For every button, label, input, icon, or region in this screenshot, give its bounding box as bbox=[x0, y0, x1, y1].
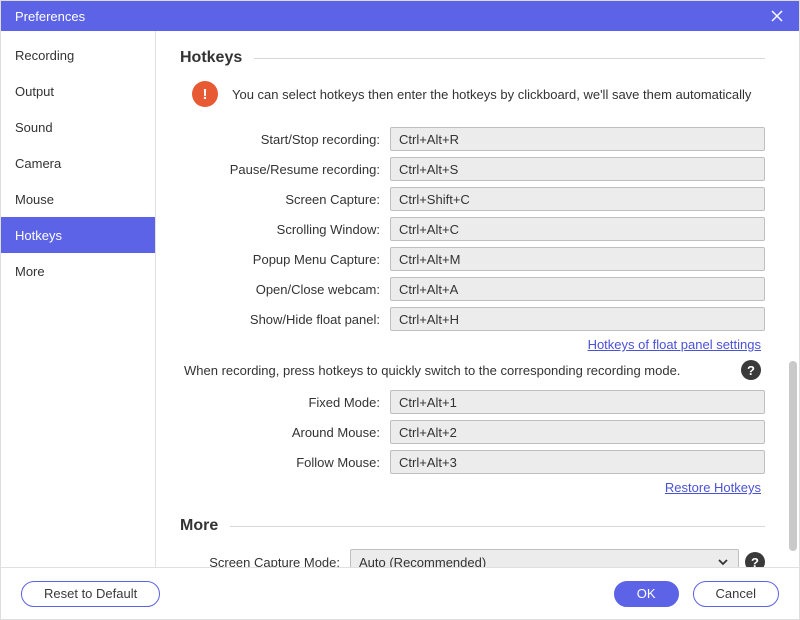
sidebar-item-more[interactable]: More bbox=[1, 253, 155, 289]
cancel-button[interactable]: Cancel bbox=[693, 581, 779, 607]
sidebar-item-hotkeys[interactable]: Hotkeys bbox=[1, 217, 155, 253]
chevron-down-icon bbox=[716, 555, 730, 567]
hotkey-input-webcam[interactable]: Ctrl+Alt+A bbox=[390, 277, 765, 301]
section-heading-more: More bbox=[180, 517, 765, 535]
hotkey-input-float-panel[interactable]: Ctrl+Alt+H bbox=[390, 307, 765, 331]
info-banner: ! You can select hotkeys then enter the … bbox=[192, 81, 765, 107]
hotkey-label: Open/Close webcam: bbox=[180, 282, 390, 297]
hotkey-label: Fixed Mode: bbox=[180, 395, 390, 410]
hotkey-input-pause-resume[interactable]: Ctrl+Alt+S bbox=[390, 157, 765, 181]
titlebar: Preferences bbox=[1, 1, 799, 31]
close-icon[interactable] bbox=[765, 4, 789, 28]
screen-capture-mode-select[interactable]: Auto (Recommended) bbox=[350, 549, 739, 567]
footer: Reset to Default OK Cancel bbox=[1, 567, 799, 619]
help-icon[interactable]: ? bbox=[741, 360, 761, 380]
hotkey-label: Screen Capture: bbox=[180, 192, 390, 207]
hotkey-label: Around Mouse: bbox=[180, 425, 390, 440]
section-heading-label: More bbox=[180, 517, 218, 535]
hotkey-input-around-mouse[interactable]: Ctrl+Alt+2 bbox=[390, 420, 765, 444]
switch-mode-note: When recording, press hotkeys to quickly… bbox=[180, 363, 741, 378]
preferences-window: Preferences Recording Output Sound Camer… bbox=[0, 0, 800, 620]
sidebar-item-sound[interactable]: Sound bbox=[1, 109, 155, 145]
hotkey-label: Pause/Resume recording: bbox=[180, 162, 390, 177]
scrollbar-thumb[interactable] bbox=[789, 361, 797, 551]
main-panel: Hotkeys ! You can select hotkeys then en… bbox=[156, 31, 799, 567]
hotkey-label: Start/Stop recording: bbox=[180, 132, 390, 147]
sidebar-item-label: Camera bbox=[15, 156, 61, 171]
select-value: Auto (Recommended) bbox=[359, 555, 716, 568]
ok-button[interactable]: OK bbox=[614, 581, 679, 607]
restore-hotkeys-link[interactable]: Restore Hotkeys bbox=[665, 480, 761, 495]
more-label: Screen Capture Mode: bbox=[180, 555, 350, 568]
hotkey-input-fixed-mode[interactable]: Ctrl+Alt+1 bbox=[390, 390, 765, 414]
info-text: You can select hotkeys then enter the ho… bbox=[232, 87, 751, 102]
hotkey-input-popup-menu[interactable]: Ctrl+Alt+M bbox=[390, 247, 765, 271]
float-panel-settings-link[interactable]: Hotkeys of float panel settings bbox=[588, 337, 761, 352]
hotkey-label: Follow Mouse: bbox=[180, 455, 390, 470]
reset-to-default-button[interactable]: Reset to Default bbox=[21, 581, 160, 607]
sidebar-item-label: More bbox=[15, 264, 45, 279]
sidebar-item-camera[interactable]: Camera bbox=[1, 145, 155, 181]
sidebar: Recording Output Sound Camera Mouse Hotk… bbox=[1, 31, 156, 567]
hotkey-label: Popup Menu Capture: bbox=[180, 252, 390, 267]
alert-icon: ! bbox=[192, 81, 218, 107]
window-title: Preferences bbox=[15, 9, 85, 24]
section-heading-label: Hotkeys bbox=[180, 49, 242, 67]
sidebar-item-recording[interactable]: Recording bbox=[1, 37, 155, 73]
hotkey-input-follow-mouse[interactable]: Ctrl+Alt+3 bbox=[390, 450, 765, 474]
sidebar-item-label: Recording bbox=[15, 48, 74, 63]
sidebar-item-label: Hotkeys bbox=[15, 228, 62, 243]
sidebar-item-label: Sound bbox=[15, 120, 53, 135]
help-icon[interactable]: ? bbox=[745, 552, 765, 567]
hotkey-label: Show/Hide float panel: bbox=[180, 312, 390, 327]
sidebar-item-label: Mouse bbox=[15, 192, 54, 207]
hotkey-input-screen-capture[interactable]: Ctrl+Shift+C bbox=[390, 187, 765, 211]
hotkey-input-start-stop[interactable]: Ctrl+Alt+R bbox=[390, 127, 765, 151]
hotkey-input-scrolling-window[interactable]: Ctrl+Alt+C bbox=[390, 217, 765, 241]
hotkey-label: Scrolling Window: bbox=[180, 222, 390, 237]
sidebar-item-output[interactable]: Output bbox=[1, 73, 155, 109]
section-heading-hotkeys: Hotkeys bbox=[180, 49, 765, 67]
sidebar-item-label: Output bbox=[15, 84, 54, 99]
sidebar-item-mouse[interactable]: Mouse bbox=[1, 181, 155, 217]
